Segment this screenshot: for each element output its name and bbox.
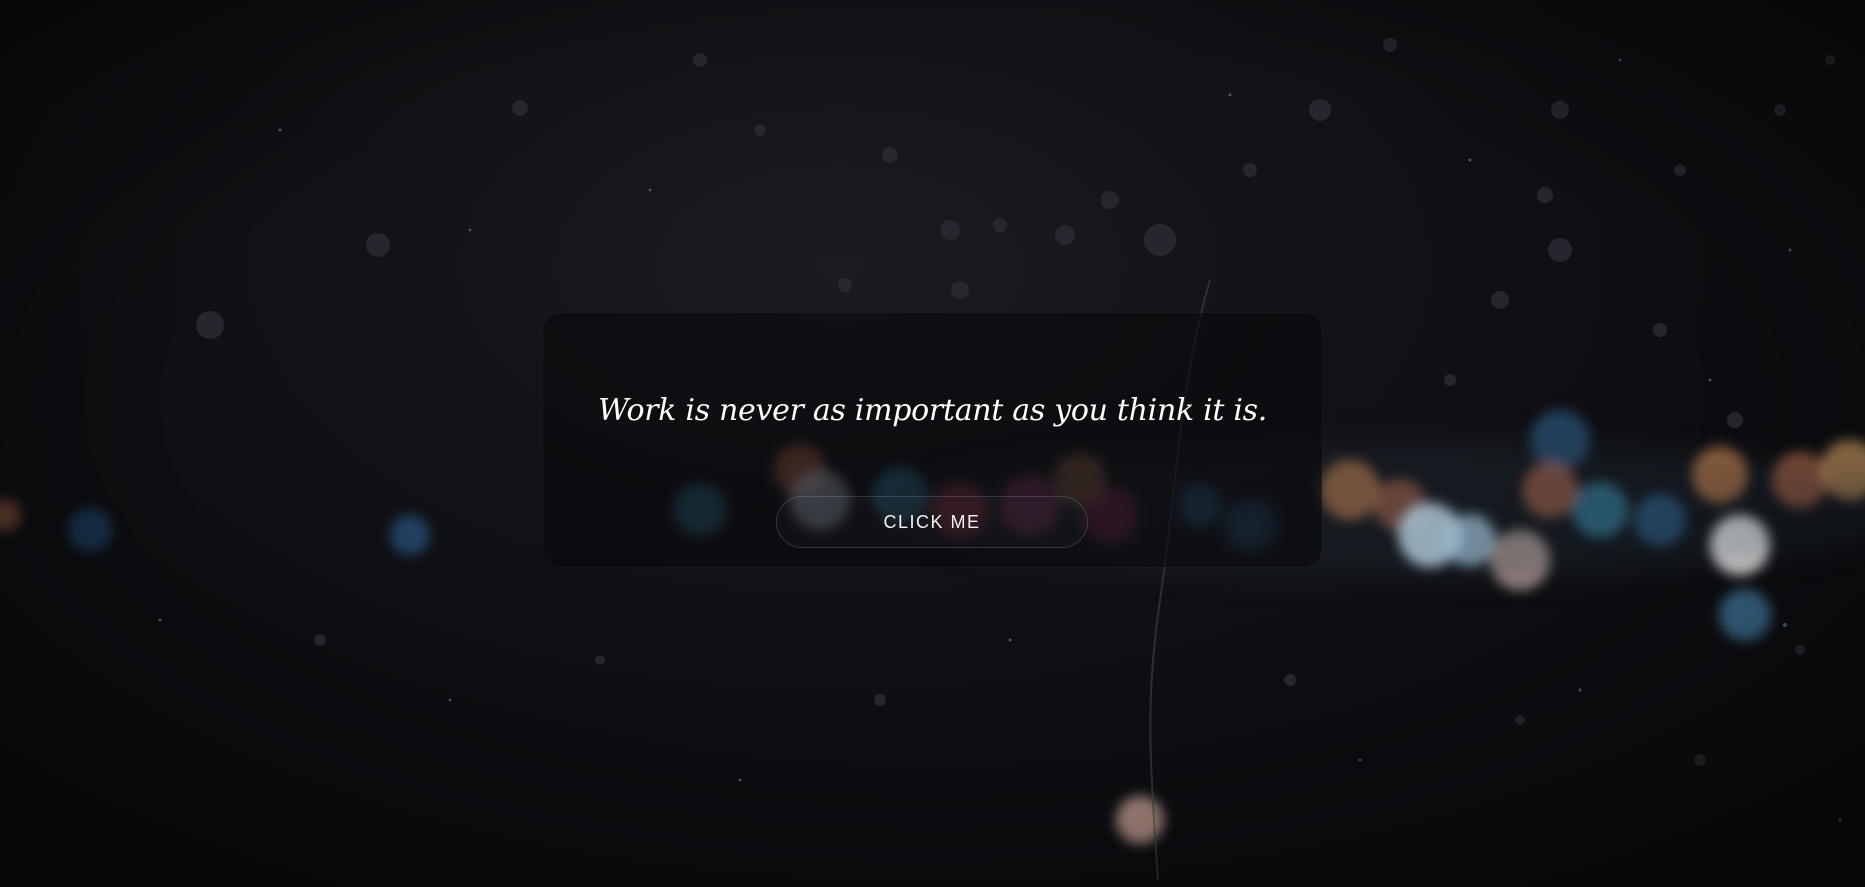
click-me-button[interactable]: CLICK ME (776, 496, 1088, 548)
quote-card: Work is never as important as you think … (543, 313, 1322, 567)
quote-text: Work is never as important as you think … (597, 393, 1268, 428)
page-canvas: Work is never as important as you think … (0, 0, 1865, 887)
